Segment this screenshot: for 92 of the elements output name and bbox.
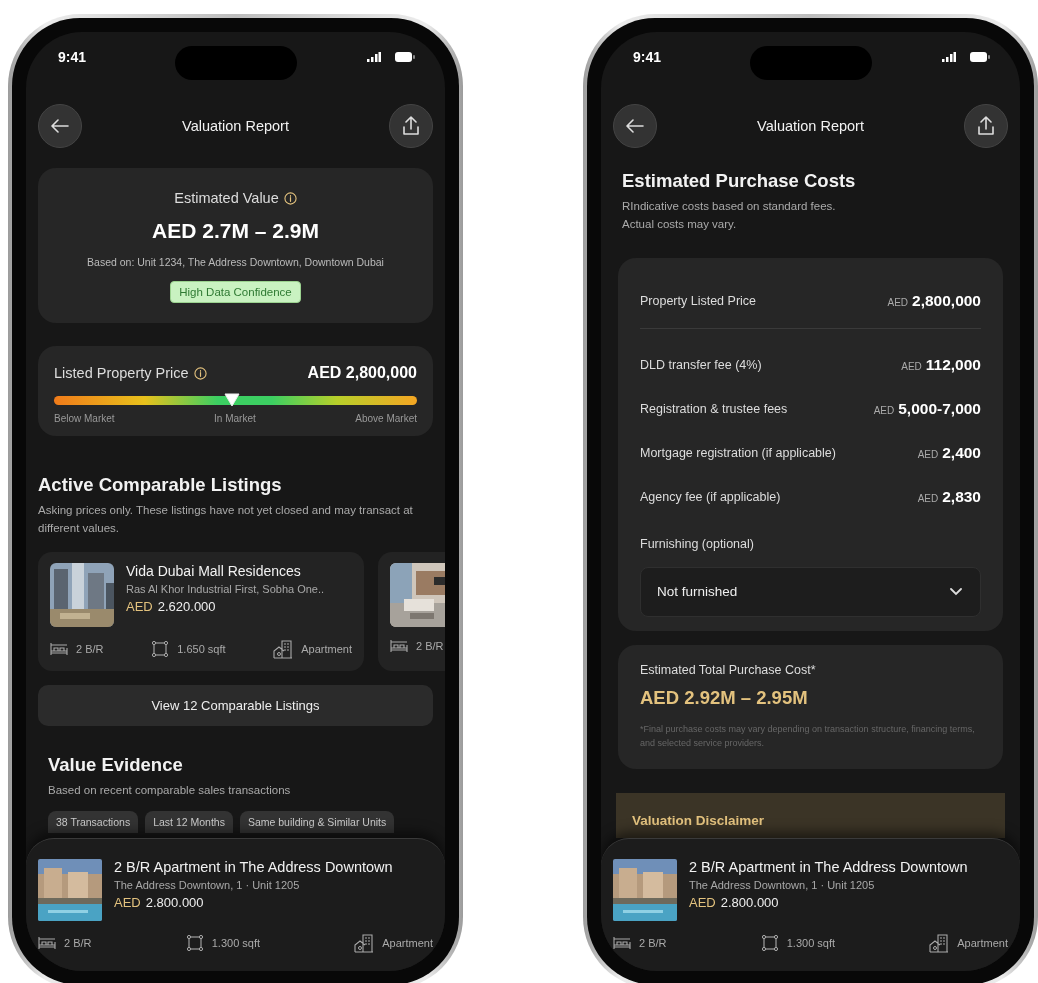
- currency-label: AED: [873, 404, 895, 416]
- section-title: Value Evidence: [48, 753, 184, 776]
- filter-chip: 38 Transactions: [48, 811, 139, 834]
- listing-price: 2.800.000: [720, 895, 779, 910]
- area-label: 1.300 sqft: [211, 937, 261, 949]
- battery-icon: [970, 52, 990, 62]
- disclaimer-title: Valuation Disclaimer: [632, 812, 766, 828]
- listing-card[interactable]: 2 B/R: [378, 551, 445, 671]
- building-icon: [273, 638, 294, 659]
- currency-label: AED: [917, 492, 939, 504]
- property-type-label: Apartment: [301, 642, 352, 655]
- listing-price: 2.800.000: [145, 895, 204, 910]
- listing-location: The Address Downtown, 1 · Unit 1205: [689, 879, 876, 891]
- listing-location: Ras Al Khor Industrial First, Sobha One..: [126, 582, 325, 595]
- floor-area-icon: [760, 934, 779, 952]
- listing-title: 2 B/R Apartment in The Address Downtown: [114, 859, 393, 875]
- view-listings-button[interactable]: View 12 Comparable Listings: [38, 684, 433, 726]
- bed-icon: [38, 936, 56, 950]
- scale-label: Below Market: [54, 413, 115, 424]
- listing-title: Vida Dubai Mall Residences: [126, 562, 302, 579]
- status-time: 9:41: [633, 49, 662, 65]
- back-button[interactable]: [38, 104, 82, 148]
- scale-label: Above Market: [355, 413, 417, 424]
- cost-label: Property Listed Price: [640, 293, 757, 308]
- listed-price: AED 2,800,000: [307, 364, 417, 382]
- cost-amount: 2,400: [942, 443, 981, 462]
- section-description: RIndicative costs based on standard fees. Actual costs may vary.: [622, 199, 837, 232]
- total-cost-label: Estimated Total Purchase Cost*: [640, 662, 817, 677]
- currency-label: AED: [887, 296, 909, 308]
- share-button[interactable]: [389, 104, 433, 148]
- property-type-label: Apartment: [382, 937, 433, 949]
- cost-label: Registration & trustee fees: [640, 401, 788, 416]
- filter-chip: Last 12 Months: [145, 811, 233, 834]
- listing-price: 2.620.000: [157, 598, 216, 614]
- filter-chip: Same building & Similar Units: [239, 811, 395, 834]
- cost-amount: 5,000-7,000: [898, 399, 981, 418]
- cost-amount: 112,000: [925, 355, 981, 374]
- building-icon: [929, 933, 950, 953]
- cost-label: DLD transfer fee (4%): [640, 357, 762, 372]
- currency-label: AED: [901, 360, 922, 372]
- chevron-down-icon: [950, 587, 962, 596]
- bed-icon: [50, 641, 68, 656]
- signal-icon: [942, 52, 956, 62]
- status-time: 9:41: [58, 49, 87, 65]
- estimate-title: Estimated Value: [174, 190, 279, 206]
- back-button[interactable]: [613, 104, 657, 148]
- price-label: Listed Property Price: [54, 365, 189, 381]
- cost-label: Mortgage registration (if applicable): [640, 445, 836, 460]
- furnishing-dropdown[interactable]: Not furnished: [640, 566, 981, 617]
- bedrooms-label: 2 B/R: [639, 937, 667, 949]
- listing-card[interactable]: Vida Dubai Mall Residences Ras Al Khor Industrial First, Sobha One.. AED 2.620.000 2 B/R 1.650 sqft Apartment: [38, 551, 364, 671]
- share-icon: [402, 116, 420, 136]
- info-icon: [283, 191, 297, 205]
- currency-label: AED: [917, 448, 939, 460]
- cost-label: Agency fee (if applicable): [640, 489, 781, 504]
- bedrooms-label: 2 B/R: [76, 642, 104, 655]
- estimate-basis: Based on: Unit 1234, The Address Downtown, Downtown Dubai: [87, 256, 384, 268]
- scale-label: In Market: [214, 413, 256, 424]
- section-description: Based on recent comparable sales transactions: [48, 782, 292, 798]
- back-arrow-icon: [51, 119, 69, 133]
- building-icon: [354, 933, 375, 953]
- currency-label: AED: [126, 598, 153, 614]
- property-type-label: Apartment: [957, 937, 1008, 949]
- section-title: Estimated Purchase Costs: [622, 170, 857, 192]
- estimate-value: AED 2.7M – 2.9M: [152, 219, 319, 243]
- area-label: 1.300 sqft: [786, 937, 836, 949]
- section-title: Active Comparable Listings: [38, 474, 283, 496]
- bedrooms-label: 2 B/R: [64, 937, 92, 949]
- screen-title: Valuation Report: [182, 118, 289, 134]
- bed-icon: [390, 638, 408, 653]
- total-cost-value: AED 2.92M – 2.95M: [640, 686, 809, 709]
- cost-amount: 2,800,000: [912, 291, 981, 310]
- share-icon: [977, 116, 995, 136]
- floor-area-icon: [151, 639, 170, 658]
- listing-location: The Address Downtown, 1 · Unit 1205: [114, 879, 301, 891]
- currency-label: AED: [689, 895, 716, 910]
- confidence-badge: High Data Confidence: [170, 281, 301, 303]
- floor-area-icon: [185, 934, 204, 952]
- currency-label: AED: [114, 895, 141, 910]
- listing-title: 2 B/R Apartment in The Address Downtown: [689, 859, 968, 875]
- info-icon: [193, 366, 207, 380]
- section-description: Asking prices only. These listings have not yet closed and may transact at different values.: [38, 503, 414, 536]
- bed-icon: [613, 936, 631, 950]
- cost-amount: 2,830: [942, 487, 981, 506]
- screen-title: Valuation Report: [757, 118, 864, 134]
- area-label: 1.650 sqft: [177, 642, 226, 655]
- share-button[interactable]: [964, 104, 1008, 148]
- battery-icon: [395, 52, 415, 62]
- bedrooms-label: 2 B/R: [416, 639, 444, 652]
- furnishing-label: Furnishing (optional): [640, 536, 755, 551]
- signal-icon: [367, 52, 381, 62]
- back-arrow-icon: [626, 119, 644, 133]
